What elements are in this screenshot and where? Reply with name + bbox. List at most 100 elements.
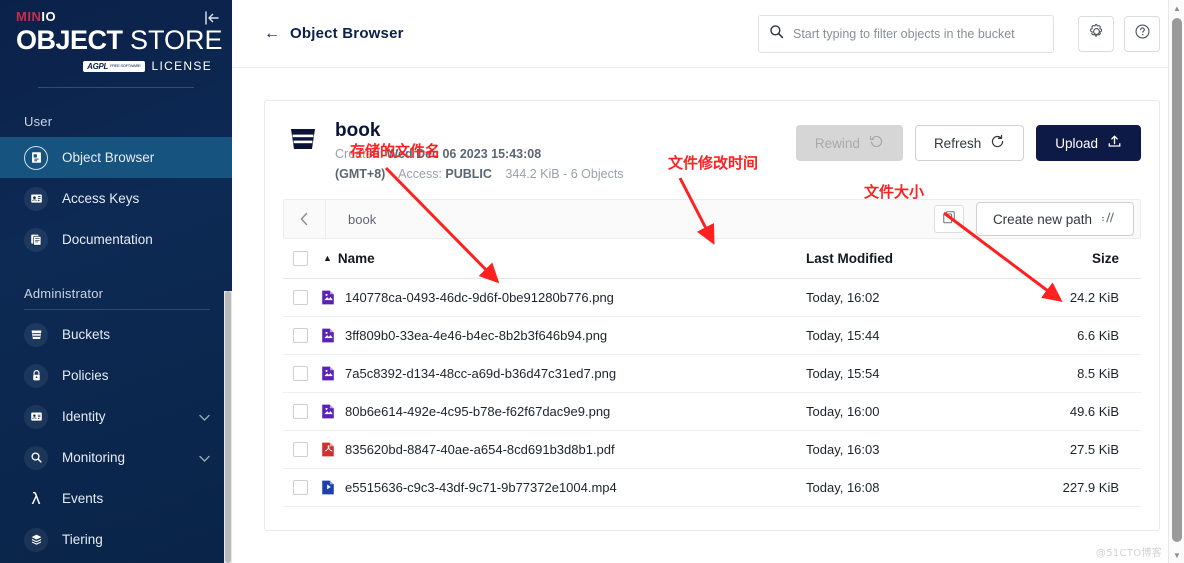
column-header-name[interactable]: ▲ Name	[321, 251, 806, 266]
breadcrumb-path[interactable]: book	[326, 212, 934, 227]
column-header-size[interactable]: Size	[1021, 251, 1141, 266]
search-input[interactable]	[793, 26, 1043, 41]
chevron-down-icon[interactable]	[199, 450, 210, 465]
row-checkbox[interactable]	[293, 290, 308, 305]
bucket-actions: Rewind Refresh Upload	[795, 119, 1141, 161]
chevron-down-icon[interactable]	[199, 409, 210, 424]
rewind-label: Rewind	[814, 135, 860, 151]
bucket-info: book Created: Wed Dec 06 2023 15:43:08 (…	[335, 119, 796, 183]
column-header-last-modified[interactable]: Last Modified	[806, 251, 1021, 266]
bucket-created-label: Created:	[335, 147, 383, 161]
cell-name[interactable]: 3ff809b0-33ea-4e46-b4ec-8b2b3f646b94.png	[321, 328, 806, 343]
sidebar-scrollbar-thumb[interactable]	[225, 291, 231, 563]
sidebar-item-documentation[interactable]: Documentation	[0, 219, 232, 260]
table-row[interactable]: 3ff809b0-33ea-4e46-b4ec-8b2b3f646b94.png…	[283, 317, 1141, 355]
sidebar-item-label: Policies	[62, 368, 109, 383]
file-png-icon	[321, 366, 336, 381]
row-checkbox[interactable]	[293, 480, 308, 495]
file-png-icon	[321, 328, 336, 343]
cell-size: 8.5 KiB	[1077, 366, 1119, 381]
sidebar-item-identity[interactable]: Identity	[0, 396, 232, 437]
row-checkbox[interactable]	[293, 366, 308, 381]
file-name-label: 835620bd-8847-40ae-a654-8cd691b3d8b1.pdf	[345, 442, 615, 457]
cell-size: 49.6 KiB	[1069, 404, 1119, 419]
logo-divider	[38, 87, 194, 88]
sidebar-item-buckets[interactable]: Buckets	[0, 314, 232, 355]
bucket-name: book	[335, 120, 381, 141]
sidebar-item-label: Events	[62, 491, 104, 506]
cell-name[interactable]: 140778ca-0493-46dc-9d6f-0be91280b776.png	[321, 290, 806, 305]
sidebar-item-monitoring[interactable]: Monitoring	[0, 437, 232, 478]
collapse-sidebar-icon[interactable]	[202, 8, 222, 28]
sidebar-scrollbar[interactable]	[224, 291, 232, 563]
copy-path-button[interactable]	[933, 205, 964, 233]
cell-name[interactable]: 7a5c8392-d134-48cc-a69d-b36d47c31ed7.png	[321, 366, 806, 381]
row-checkbox[interactable]	[293, 328, 308, 343]
objects-table: ▲ Name Last Modified Size 140778ca-0493-…	[283, 239, 1141, 530]
bucket-timezone: (GMT+8)	[335, 167, 386, 181]
row-checkbox[interactable]	[293, 442, 308, 457]
back-arrow-icon[interactable]: ←	[264, 25, 280, 42]
minio-wordmark-min: MIN	[16, 9, 42, 24]
main-area: ← Object Browser Start typing to filter …	[232, 0, 1184, 563]
cell-name[interactable]: 80b6e614-492e-4c95-b78e-f62f67dac9e9.png	[321, 404, 806, 419]
monitoring-icon	[24, 445, 48, 470]
settings-button[interactable]	[1078, 15, 1114, 52]
help-button[interactable]	[1124, 15, 1160, 52]
file-png-icon	[321, 404, 336, 419]
sidebar-section-administrator-label: Administrator	[24, 286, 104, 301]
bucket-access-label: Access:	[398, 167, 442, 181]
row-select-cell	[283, 328, 321, 343]
bucket-created-line: Created: Wed Dec 06 2023 15:43:08	[335, 146, 796, 163]
sidebar-item-events[interactable]: λ Events	[0, 478, 232, 519]
cell-last-modified: Today, 15:44	[806, 328, 880, 343]
table-header: ▲ Name Last Modified Size	[283, 239, 1141, 279]
upload-button[interactable]: Upload	[1036, 125, 1141, 161]
sidebar-item-policies[interactable]: Policies	[0, 355, 232, 396]
create-new-path-button[interactable]: Create new path	[975, 202, 1134, 236]
object-store-title: OBJECT STORE	[16, 25, 223, 60]
sidebar-item-tiering[interactable]: Tiering	[0, 519, 232, 560]
copy-icon	[942, 210, 956, 229]
row-select-cell	[283, 480, 321, 495]
refresh-label: Refresh	[933, 135, 982, 151]
sidebar-item-object-browser[interactable]: Object Browser	[0, 137, 232, 178]
rewind-button[interactable]: Rewind	[795, 125, 903, 161]
scroll-up-arrow-icon[interactable]: ▲	[1169, 0, 1184, 16]
search-box[interactable]	[758, 14, 1054, 53]
scroll-down-arrow-icon[interactable]: ▼	[1169, 547, 1184, 563]
minio-console-window: MINIO OBJECT STORE AGPL FREE SOFTWARE LI…	[0, 0, 1184, 563]
cell-size: 227.9 KiB	[1062, 480, 1119, 495]
sidebar-logo: MINIO OBJECT STORE AGPL FREE SOFTWARE LI…	[0, 0, 232, 94]
row-checkbox[interactable]	[293, 404, 308, 419]
cell-name[interactable]: 835620bd-8847-40ae-a654-8cd691b3d8b1.pdf	[321, 442, 806, 457]
breadcrumb-back-button[interactable]	[284, 200, 326, 238]
refresh-button[interactable]: Refresh	[914, 125, 1025, 161]
object-browser-panel: book Created: Wed Dec 06 2023 15:43:08 (…	[264, 100, 1160, 531]
access-keys-icon	[24, 186, 48, 211]
row-select-cell	[283, 290, 321, 305]
rewind-icon	[869, 134, 884, 152]
bucket-stats: 344.2 KiB - 6 Objects	[505, 167, 624, 181]
table-row[interactable]: 835620bd-8847-40ae-a654-8cd691b3d8b1.pdf…	[283, 431, 1141, 469]
cell-name[interactable]: e5515636-c9c3-43df-9c71-9b77372e1004.mp4	[321, 480, 806, 495]
table-row[interactable]: 7a5c8392-d134-48cc-a69d-b36d47c31ed7.png…	[283, 355, 1141, 393]
row-select-cell	[283, 442, 321, 457]
page-scrollbar[interactable]: ▲ ▼	[1168, 0, 1184, 563]
sidebar-item-label: Access Keys	[62, 191, 140, 206]
file-name-label: 80b6e614-492e-4c95-b78e-f62f67dac9e9.png	[345, 404, 611, 419]
table-row[interactable]: 140778ca-0493-46dc-9d6f-0be91280b776.png…	[283, 279, 1141, 317]
sidebar-item-access-keys[interactable]: Access Keys	[0, 178, 232, 219]
content-area: book Created: Wed Dec 06 2023 15:43:08 (…	[232, 68, 1184, 563]
row-select-cell	[283, 366, 321, 381]
minio-wordmark-io: IO	[41, 9, 57, 24]
row-select-cell	[283, 404, 321, 419]
file-name-label: 7a5c8392-d134-48cc-a69d-b36d47c31ed7.png	[345, 366, 617, 381]
select-all-checkbox[interactable]	[293, 251, 308, 266]
minio-wordmark: MINIO	[16, 10, 216, 24]
lambda-icon: λ	[31, 488, 41, 508]
sidebar-item-label: Identity	[62, 409, 106, 424]
page-scrollbar-thumb[interactable]	[1172, 18, 1182, 542]
table-row[interactable]: e5515636-c9c3-43df-9c71-9b77372e1004.mp4…	[283, 469, 1141, 507]
table-row[interactable]: 80b6e614-492e-4c95-b78e-f62f67dac9e9.png…	[283, 393, 1141, 431]
